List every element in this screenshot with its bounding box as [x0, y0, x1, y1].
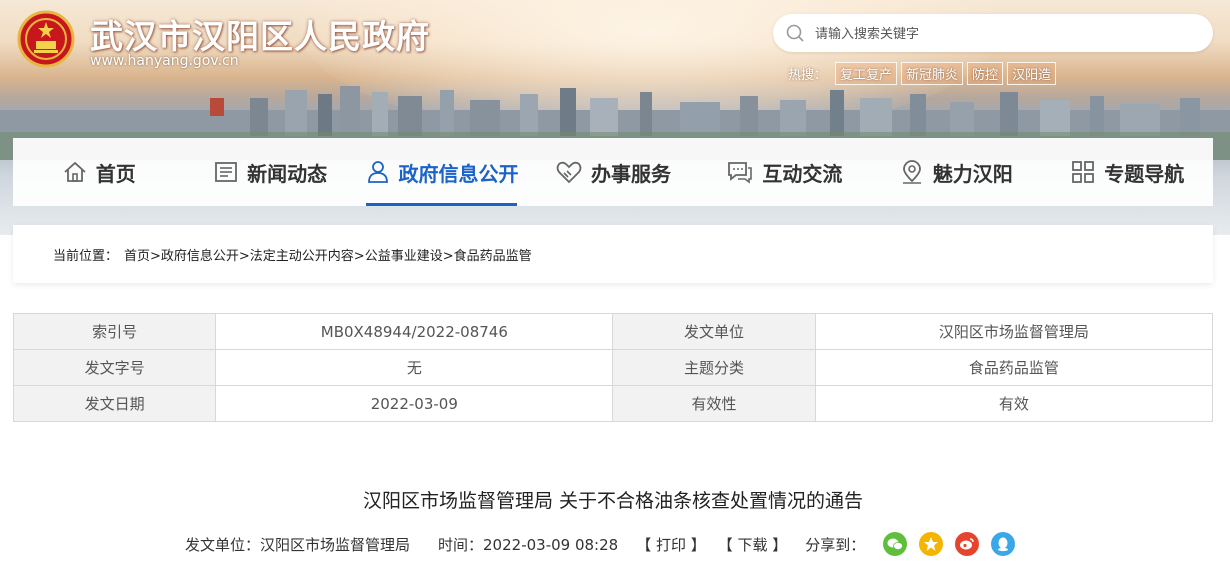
chat-icon	[728, 162, 753, 184]
location-icon	[902, 160, 921, 184]
table-key: 发文日期	[12, 385, 217, 422]
table-key: 发文字号	[12, 349, 217, 386]
site-title[interactable]: 武汉市汉阳区人民政府	[90, 10, 430, 58]
breadcrumb-label: 当前位置：	[53, 248, 119, 264]
article-issuer: 发文单位：汉阳区市场监督管理局	[185, 535, 411, 554]
document-info-table: 索引号 MB0X48944/2022-08746 发文单位 汉阳区市场监督管理局…	[12, 313, 1214, 422]
person-icon	[367, 161, 388, 183]
national-emblem-icon	[17, 10, 75, 68]
breadcrumb-path[interactable]: 首页>政府信息公开>法定主动公开内容>公益事业建设>食品药品监管	[124, 245, 532, 264]
share-icons	[871, 532, 1016, 556]
search-icon[interactable]	[785, 23, 805, 43]
nav-item-interaction[interactable]: 互动交流	[699, 138, 870, 206]
nav-item-label: 新闻动态	[247, 161, 328, 186]
nav-item-label: 互动交流	[762, 161, 843, 186]
nav-item-home[interactable]: 首页	[13, 138, 184, 206]
nav-item-news[interactable]: 新闻动态	[184, 138, 355, 206]
share-label: 分享到：	[805, 535, 866, 554]
nav-item-charm[interactable]: 魅力汉阳	[870, 138, 1041, 206]
table-value: 食品药品监管	[814, 349, 1214, 386]
article-time: 时间：2022-03-09 08:28	[438, 535, 619, 554]
article-meta: 发文单位：汉阳区市场监督管理局 时间：2022-03-09 08:28 【 打印…	[185, 531, 1016, 557]
table-key: 有效性	[612, 385, 816, 422]
table-row: 发文日期 2022-03-09 有效性 有效	[12, 385, 1214, 422]
nav-item-gov-info[interactable]: 政府信息公开	[356, 138, 527, 206]
hot-tag[interactable]: 复工复产	[835, 61, 898, 85]
main-nav: 首页 新闻动态 政府信息公开 办事服务 互动交流 魅力汉阳 专题导航	[13, 138, 1213, 206]
bridge-tower	[210, 98, 224, 116]
qq-icon[interactable]	[991, 532, 1016, 556]
table-key: 主题分类	[612, 349, 816, 386]
wechat-icon[interactable]	[883, 532, 908, 556]
weibo-icon[interactable]	[955, 532, 980, 556]
nav-item-label: 办事服务	[590, 161, 671, 186]
nav-item-label: 政府信息公开	[398, 161, 519, 186]
home-icon	[64, 161, 86, 182]
hot-tag[interactable]: 汉阳造	[1007, 61, 1057, 85]
search-box	[773, 14, 1213, 52]
print-button[interactable]: 【 打印 】	[636, 534, 706, 555]
grid-icon	[1072, 161, 1095, 183]
hot-search-label: 热搜：	[788, 67, 828, 83]
table-row: 索引号 MB0X48944/2022-08746 发文单位 汉阳区市场监督管理局	[12, 313, 1214, 350]
table-value: 无	[215, 349, 614, 386]
hot-tag[interactable]: 防控	[967, 61, 1004, 85]
nav-item-label: 魅力汉阳	[932, 161, 1013, 186]
qzone-icon[interactable]	[919, 532, 944, 556]
table-row: 发文字号 无 主题分类 食品药品监管	[12, 349, 1214, 386]
table-key: 发文单位	[612, 313, 816, 350]
breadcrumb: 当前位置： 首页>政府信息公开>法定主动公开内容>公益事业建设>食品药品监管	[13, 225, 1213, 283]
table-key: 索引号	[12, 313, 217, 350]
site-url: www.hanyang.gov.cn	[90, 53, 239, 69]
handshake-icon	[556, 161, 582, 184]
hot-tag[interactable]: 新冠肺炎	[901, 61, 964, 85]
hot-search-bar: 热搜： 复工复产 新冠肺炎 防控 汉阳造	[788, 61, 1060, 85]
nav-item-topics[interactable]: 专题导航	[1042, 138, 1213, 206]
nav-item-label: 首页	[95, 161, 136, 186]
nav-item-label: 专题导航	[1104, 161, 1185, 186]
search-input[interactable]	[813, 22, 1197, 46]
table-value: MB0X48944/2022-08746	[215, 313, 614, 350]
article-title: 汉阳区市场监督管理局 关于不合格油条核查处置情况的通告	[362, 490, 864, 512]
download-button[interactable]: 【 下载 】	[718, 534, 788, 555]
table-value: 有效	[814, 385, 1214, 422]
table-value: 2022-03-09	[215, 385, 614, 422]
nav-item-services[interactable]: 办事服务	[527, 138, 698, 206]
table-value: 汉阳区市场监督管理局	[814, 313, 1214, 350]
news-icon	[215, 162, 238, 182]
